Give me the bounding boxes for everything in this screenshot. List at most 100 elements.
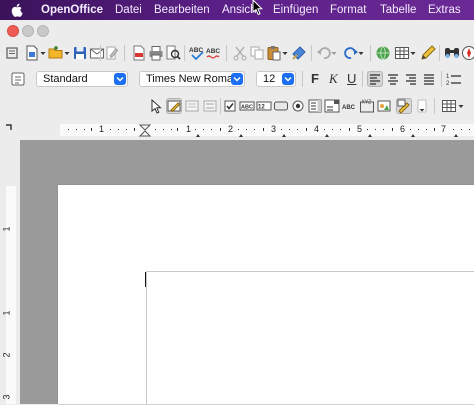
vertical-ruler-strip xyxy=(6,186,16,404)
form-controls-toolbar: ABC 12 ABC XYZ xyxy=(0,92,474,121)
zoom-window-button[interactable] xyxy=(37,25,49,37)
bold-button[interactable]: F xyxy=(311,71,319,87)
new-document-dropdown-icon[interactable] xyxy=(40,45,46,61)
control-properties-icon[interactable] xyxy=(184,98,200,114)
text-box-control-icon[interactable]: ABC xyxy=(239,98,255,114)
font-name-select[interactable]: Times New Roman xyxy=(139,71,245,87)
hyperlink-icon[interactable] xyxy=(375,45,391,61)
page-preview-icon[interactable] xyxy=(165,45,181,61)
vertical-ruler[interactable]: 1 1 2 3 xyxy=(0,140,20,404)
design-mode-icon[interactable] xyxy=(166,98,182,114)
spellcheck-icon[interactable]: ABC xyxy=(189,45,205,61)
email-document-icon[interactable] xyxy=(89,45,105,61)
window-titlebar xyxy=(0,20,474,40)
standard-toolbar: ABC ABC xyxy=(0,40,474,67)
document-page[interactable] xyxy=(58,185,474,404)
toolbar-separator xyxy=(370,45,371,61)
show-draw-functions-icon[interactable] xyxy=(420,45,436,61)
form-design-icon[interactable] xyxy=(396,98,412,114)
chevron-down-icon xyxy=(282,73,294,85)
group-box-control-icon[interactable]: XYZ xyxy=(359,98,375,114)
list-box-control-icon[interactable] xyxy=(307,98,323,114)
ruler-number: 1 xyxy=(186,123,191,135)
more-controls-icon[interactable] xyxy=(376,98,392,114)
form-properties-icon[interactable] xyxy=(202,98,218,114)
font-size-value: 12 xyxy=(263,73,275,85)
cut-icon[interactable] xyxy=(232,45,248,61)
open-dropdown-icon[interactable] xyxy=(64,45,70,61)
undo-dropdown-icon[interactable] xyxy=(331,45,337,61)
minimize-window-button[interactable] xyxy=(22,25,34,37)
font-size-select[interactable]: 12 xyxy=(256,71,296,87)
horizontal-ruler[interactable]: 1 1 2 3 4 5 6 7 xyxy=(0,120,474,141)
print-icon[interactable] xyxy=(148,45,164,61)
toolbar-separator xyxy=(311,45,312,61)
toolbar-separator xyxy=(362,71,363,87)
autospellcheck-icon[interactable]: ABC xyxy=(206,45,222,61)
undo-icon[interactable] xyxy=(316,45,332,61)
checkbox-control-icon[interactable] xyxy=(222,98,238,114)
svg-text:ABC: ABC xyxy=(206,48,220,55)
text-cursor xyxy=(145,272,146,287)
numbering-icon[interactable]: 12 xyxy=(446,71,462,87)
table-icon[interactable] xyxy=(394,45,410,61)
push-button-control-icon[interactable] xyxy=(273,98,289,114)
copy-icon[interactable] xyxy=(249,45,265,61)
menu-bearbeiten[interactable]: Bearbeiten xyxy=(154,3,210,17)
paste-dropdown-icon[interactable] xyxy=(282,45,288,61)
combo-box-control-icon[interactable] xyxy=(324,98,340,114)
save-icon[interactable] xyxy=(72,45,88,61)
underline-button[interactable]: U xyxy=(347,71,356,87)
redo-dropdown-icon[interactable] xyxy=(358,45,364,61)
toolbar-separator xyxy=(100,45,101,61)
redo-icon[interactable] xyxy=(343,45,359,61)
italic-button[interactable]: K xyxy=(329,71,338,87)
close-window-button[interactable] xyxy=(7,25,19,37)
find-replace-icon[interactable] xyxy=(444,45,460,61)
formatted-field-control-icon[interactable]: 12 xyxy=(256,98,272,114)
align-left-icon xyxy=(367,71,383,87)
toolbar-separator xyxy=(439,45,440,61)
toolbar-separator xyxy=(184,45,185,61)
label-field-control-icon[interactable]: ABC xyxy=(342,98,358,114)
menu-extras[interactable]: Extras xyxy=(428,3,461,17)
paste-icon[interactable] xyxy=(266,45,282,61)
ruler-number: 3 xyxy=(271,123,276,135)
styles-formatting-icon[interactable] xyxy=(10,71,26,87)
menu-app-openoffice[interactable]: OpenOffice xyxy=(41,3,103,17)
ruler-number: 4 xyxy=(314,123,319,135)
align-center-button[interactable] xyxy=(385,71,401,87)
clone-formatting-icon[interactable] xyxy=(291,45,307,61)
svg-text:2: 2 xyxy=(446,81,450,87)
align-center-icon xyxy=(385,71,401,87)
toolbar-separator xyxy=(441,71,442,87)
toolbar-separator xyxy=(226,45,227,61)
toolbar-separator xyxy=(220,98,221,114)
menu-datei[interactable]: Datei xyxy=(115,3,142,17)
new-document-icon[interactable] xyxy=(24,45,40,61)
navigator-icon[interactable] xyxy=(461,45,474,61)
edit-file-icon[interactable] xyxy=(104,45,120,61)
vertical-ruler-number: 3 xyxy=(2,394,12,399)
table-dropdown-icon[interactable] xyxy=(410,45,416,61)
table-control-dropdown-icon[interactable] xyxy=(458,98,464,114)
menu-tabelle[interactable]: Tabelle xyxy=(380,3,416,17)
export-pdf-icon[interactable] xyxy=(131,45,147,61)
ruler-number: 7 xyxy=(441,123,446,135)
form-toolbar-overflow-icon[interactable] xyxy=(414,98,430,114)
option-button-control-icon[interactable] xyxy=(290,98,306,114)
align-left-button[interactable] xyxy=(367,71,383,87)
apple-icon[interactable] xyxy=(10,2,24,18)
table-control-icon[interactable] xyxy=(441,98,457,114)
select-pointer-icon[interactable] xyxy=(148,98,164,114)
menu-einfuegen[interactable]: Einfügen xyxy=(273,3,318,17)
justify-button[interactable] xyxy=(421,71,437,87)
align-right-button[interactable] xyxy=(403,71,419,87)
svg-text:XYZ: XYZ xyxy=(362,100,372,106)
toolbar-separator xyxy=(302,71,303,87)
vertical-ruler-number: 1 xyxy=(2,226,12,231)
paragraph-style-select[interactable]: Standard xyxy=(36,71,128,87)
ruler-number: 5 xyxy=(357,123,362,135)
open-folder-icon[interactable] xyxy=(48,45,64,61)
menu-format[interactable]: Format xyxy=(330,3,366,17)
